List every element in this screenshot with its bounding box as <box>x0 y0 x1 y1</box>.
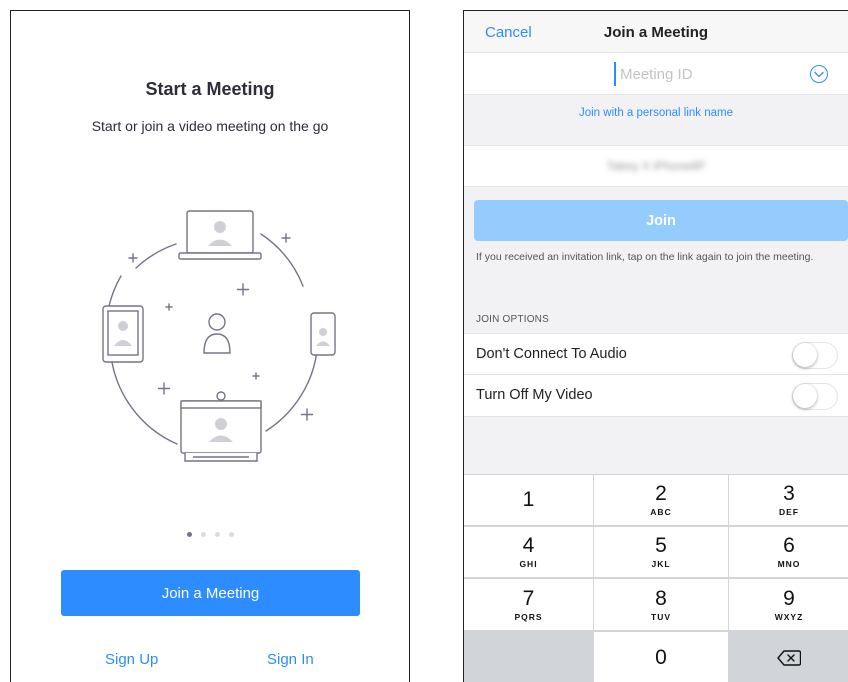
laptop-icon <box>178 210 262 260</box>
join-a-meeting-button[interactable]: Join a Meeting <box>61 570 360 616</box>
toggle-knob <box>793 384 817 408</box>
key-digit: 6 <box>783 534 795 557</box>
join-meeting-screen: Join a Meeting Cancel Join with a person… <box>463 10 848 682</box>
option-row-no-audio: Don't Connect To Audio <box>464 333 848 375</box>
page-title: Start a Meeting <box>145 79 275 99</box>
page-dot[interactable] <box>200 532 206 537</box>
phone-icon <box>310 312 336 356</box>
invitation-hint-text: If you received an invitation link, tap … <box>476 251 814 263</box>
key-4[interactable]: 4 GHI <box>464 527 593 577</box>
key-digit: 1 <box>522 488 535 511</box>
key-digit: 7 <box>522 586 535 610</box>
option-row-video-off: Turn Off My Video <box>464 375 848 417</box>
navigation-bar: Join a Meeting Cancel <box>464 11 848 53</box>
room-system-icon <box>180 391 262 462</box>
key-digit: 9 <box>783 586 795 610</box>
key-letters: JKL <box>651 559 671 569</box>
meeting-id-row <box>464 53 848 95</box>
page-dot[interactable] <box>228 532 234 537</box>
key-blank <box>464 632 593 682</box>
meeting-history-dropdown-button[interactable] <box>810 65 828 83</box>
join-options-header: JOIN OPTIONS <box>476 314 549 325</box>
page-dot[interactable] <box>214 532 220 537</box>
chevron-down-icon <box>814 71 824 77</box>
key-letters: PQRS <box>514 611 543 622</box>
toggle-knob <box>793 343 817 367</box>
key-1[interactable]: 1 <box>464 475 593 525</box>
tablet-icon <box>102 305 144 363</box>
key-letters: WXYZ <box>774 611 804 622</box>
meeting-id-input[interactable] <box>614 62 764 86</box>
key-letters: ABC <box>650 507 672 517</box>
cancel-button[interactable]: Cancel <box>485 24 532 41</box>
key-digit: 5 <box>655 534 667 557</box>
backspace-icon <box>777 649 801 666</box>
option-label: Turn Off My Video <box>476 387 593 403</box>
key-0[interactable]: 0 <box>594 632 728 682</box>
page-indicator[interactable] <box>11 532 409 537</box>
join-button[interactable]: Join <box>474 200 848 241</box>
display-name-row[interactable]: Tabey X iPhone8P <box>464 145 848 187</box>
meeting-illustration <box>102 210 336 462</box>
key-5[interactable]: 5 JKL <box>594 527 728 577</box>
sign-in-link[interactable]: Sign In <box>267 651 314 668</box>
key-digit: 8 <box>655 586 667 610</box>
key-letters: DEF <box>779 507 799 517</box>
key-3[interactable]: 3 DEF <box>729 475 848 525</box>
personal-link-name-link[interactable]: Join with a personal link name <box>464 107 848 119</box>
person-icon <box>203 313 231 354</box>
key-digit: 0 <box>655 645 667 669</box>
key-9[interactable]: 9 WXYZ <box>729 579 848 630</box>
option-label: Don't Connect To Audio <box>476 346 627 362</box>
no-audio-toggle[interactable] <box>792 342 838 369</box>
page-subtitle: Start or join a video meeting on the go <box>91 118 329 134</box>
key-8[interactable]: 8 TUV <box>594 579 728 630</box>
key-7[interactable]: 7 PQRS <box>464 579 593 630</box>
key-letters: MNO <box>777 559 801 569</box>
key-2[interactable]: 2 ABC <box>594 475 728 525</box>
display-name-field[interactable]: Tabey X iPhone8P <box>464 159 848 173</box>
sign-up-link[interactable]: Sign Up <box>105 651 158 668</box>
numeric-keypad: 1 2 ABC 3 DEF 4 GHI 5 JKL 6 MNO 7 PQRS 8 <box>464 474 848 682</box>
video-off-toggle[interactable] <box>792 383 838 410</box>
start-meeting-screen: Start a Meeting Start or join a video me… <box>10 10 410 682</box>
key-digit: 3 <box>783 482 795 505</box>
key-letters: GHI <box>519 559 538 569</box>
key-digit: 2 <box>655 482 667 505</box>
delete-key[interactable] <box>729 632 848 682</box>
key-digit: 4 <box>522 534 535 557</box>
page-dot[interactable] <box>186 532 192 537</box>
key-6[interactable]: 6 MNO <box>729 527 848 577</box>
key-letters: TUV <box>651 611 671 622</box>
